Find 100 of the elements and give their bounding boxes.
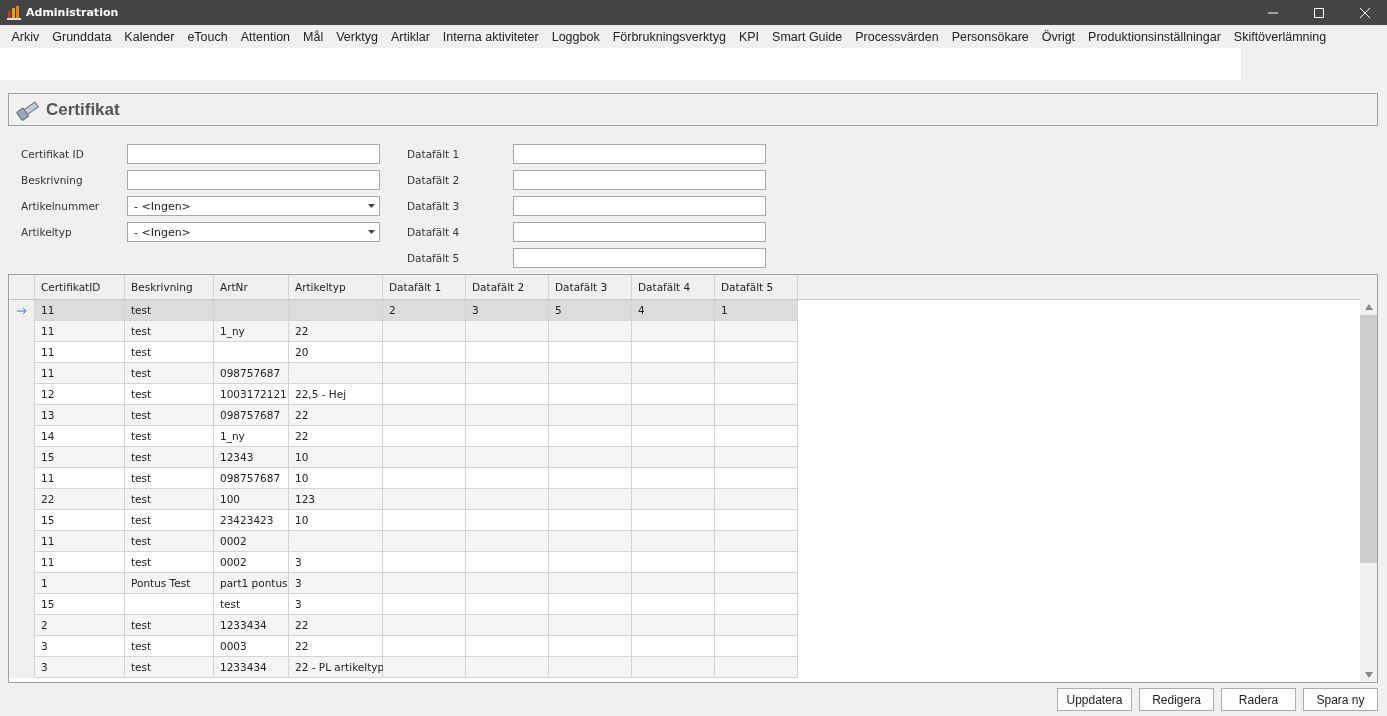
menu-item[interactable]: Loggbok [545,29,607,44]
input-field[interactable] [513,144,766,164]
input-field[interactable] [513,248,766,268]
menu-item[interactable]: eTouch [180,29,235,44]
table-row[interactable]: 11 test 2 3 5 4 1 [9,300,1360,321]
column-header[interactable]: Datafält 4 [632,275,715,299]
field-label: Artikeltyp [21,226,73,238]
column-header[interactable]: Datafält 2 [466,275,549,299]
scroll-down-icon[interactable] [1364,672,1373,678]
menu-item[interactable]: Kalender [117,29,181,44]
table-row[interactable]: 13 test 098757687 22 [9,405,1360,426]
table-cell: 2 [35,615,125,636]
table-cell: 5 [549,300,632,321]
table-row[interactable]: 11 test 1_ny 22 [9,321,1360,342]
input-field[interactable] [127,144,380,164]
table-cell: 22 - PL artikeltyp [289,657,383,678]
table-row[interactable]: 11 test 0002 3 [9,552,1360,573]
menu-item[interactable]: KPI [732,29,766,44]
table-cell: 1_ny [214,426,289,447]
table-cell: 1_ny [214,321,289,342]
action-button[interactable]: Uppdatera [1057,688,1132,711]
table-row[interactable]: 11 test 098757687 10 [9,468,1360,489]
table-cell: 0002 [214,531,289,552]
table-cell: 11 [35,300,125,321]
menu-item[interactable]: Produktionsinställningar [1081,29,1228,44]
column-header[interactable]: Artikeltyp [289,275,383,299]
table-cell: test [125,342,214,363]
table-row[interactable]: 11 test 098757687 [9,363,1360,384]
menu-item[interactable]: Smart Guide [765,29,849,44]
maximize-icon[interactable] [1314,7,1324,18]
input-field[interactable] [513,196,766,216]
table-row[interactable]: 3 test 1233434 22 - PL artikeltyp [9,657,1360,678]
table-cell: 15 [35,594,125,615]
table-row[interactable]: 11 test 20 [9,342,1360,363]
menu-item[interactable]: Övrigt [1035,29,1082,44]
field-label: Certifikat ID [21,148,85,160]
table-cell: 1 [35,573,125,594]
table-cell: test [125,300,214,321]
column-header[interactable]: CertifikatID [35,275,125,299]
caret-icon[interactable] [368,230,375,234]
table-cell: test [125,531,214,552]
table-cell: 123 [289,489,383,510]
table-cell: 11 [35,531,125,552]
dropdown[interactable]: - <Ingen> [127,222,380,242]
menu-item[interactable]: Skiftöverlämning [1227,29,1333,44]
table-cell: 1003172121 [214,384,289,405]
action-button[interactable]: Radera [1221,688,1296,711]
field-label: Datafält 5 [407,252,461,264]
table-cell: 100 [214,489,289,510]
close-icon[interactable] [1360,7,1370,18]
menu-item[interactable]: Grunddata [45,29,118,44]
window-title: Administration [26,6,119,19]
table-row[interactable]: 22 test 100 123 [9,489,1360,510]
menu-item[interactable]: Interna aktiviteter [436,29,546,44]
caret-icon[interactable] [368,204,375,208]
table-row[interactable]: 2 test 1233434 22 [9,615,1360,636]
menu-item[interactable]: Attention [234,29,297,44]
table-cell: 0002 [214,552,289,573]
table-row[interactable]: 11 test 0002 [9,531,1360,552]
menu-item[interactable]: Artiklar [384,29,437,44]
table-row[interactable]: 1 Pontus Test part1 pontus 3 [9,573,1360,594]
table-cell: 3 [35,636,125,657]
table-cell: 13 [35,405,125,426]
table-cell: 10 [289,510,383,531]
menu-item[interactable]: Personsökare [945,29,1036,44]
table-cell: 22 [289,615,383,636]
input-field[interactable] [127,170,380,190]
menu-item[interactable]: Arkiv [5,29,46,44]
table-cell: 1233434 [214,615,289,636]
table-cell: 4 [632,300,715,321]
table-row[interactable]: 15 test 23423423 10 [9,510,1360,531]
action-button[interactable]: Redigera [1139,688,1214,711]
column-header[interactable]: Datafält 1 [383,275,466,299]
column-header[interactable]: Datafält 3 [549,275,632,299]
field-label: Datafält 1 [407,148,461,160]
menu-item[interactable]: Verktyg [329,29,385,44]
menu-item[interactable]: Mål [296,29,330,44]
column-header[interactable]: Datafält 5 [715,275,798,299]
scroll-thumb[interactable] [1360,315,1377,563]
scroll-up-icon[interactable] [1364,304,1373,310]
app-icon [6,4,22,21]
action-button[interactable]: Spara ny [1303,688,1378,711]
scrollbar[interactable] [1360,300,1377,682]
dropdown[interactable]: - <Ingen> [127,196,380,216]
input-field[interactable] [513,222,766,242]
column-header[interactable]: ArtNr [214,275,289,299]
table-cell: test [125,363,214,384]
column-header[interactable]: Beskrivning [125,275,214,299]
table-row[interactable]: 12 test 1003172121 22,5 - Hej [9,384,1360,405]
table-row[interactable]: 3 test 0003 22 [9,636,1360,657]
table-cell: 098757687 [214,468,289,489]
input-field[interactable] [513,170,766,190]
table-cell: 1 [715,300,798,321]
table-cell: 15 [35,510,125,531]
table-row[interactable]: 14 test 1_ny 22 [9,426,1360,447]
menu-item[interactable]: Processvärden [848,29,946,44]
table-row[interactable]: 15 test 12343 10 [9,447,1360,468]
table-cell: test [214,594,289,615]
menu-item[interactable]: Förbrukningsverktyg [606,29,733,44]
table-row[interactable]: 15 test 3 [9,594,1360,615]
